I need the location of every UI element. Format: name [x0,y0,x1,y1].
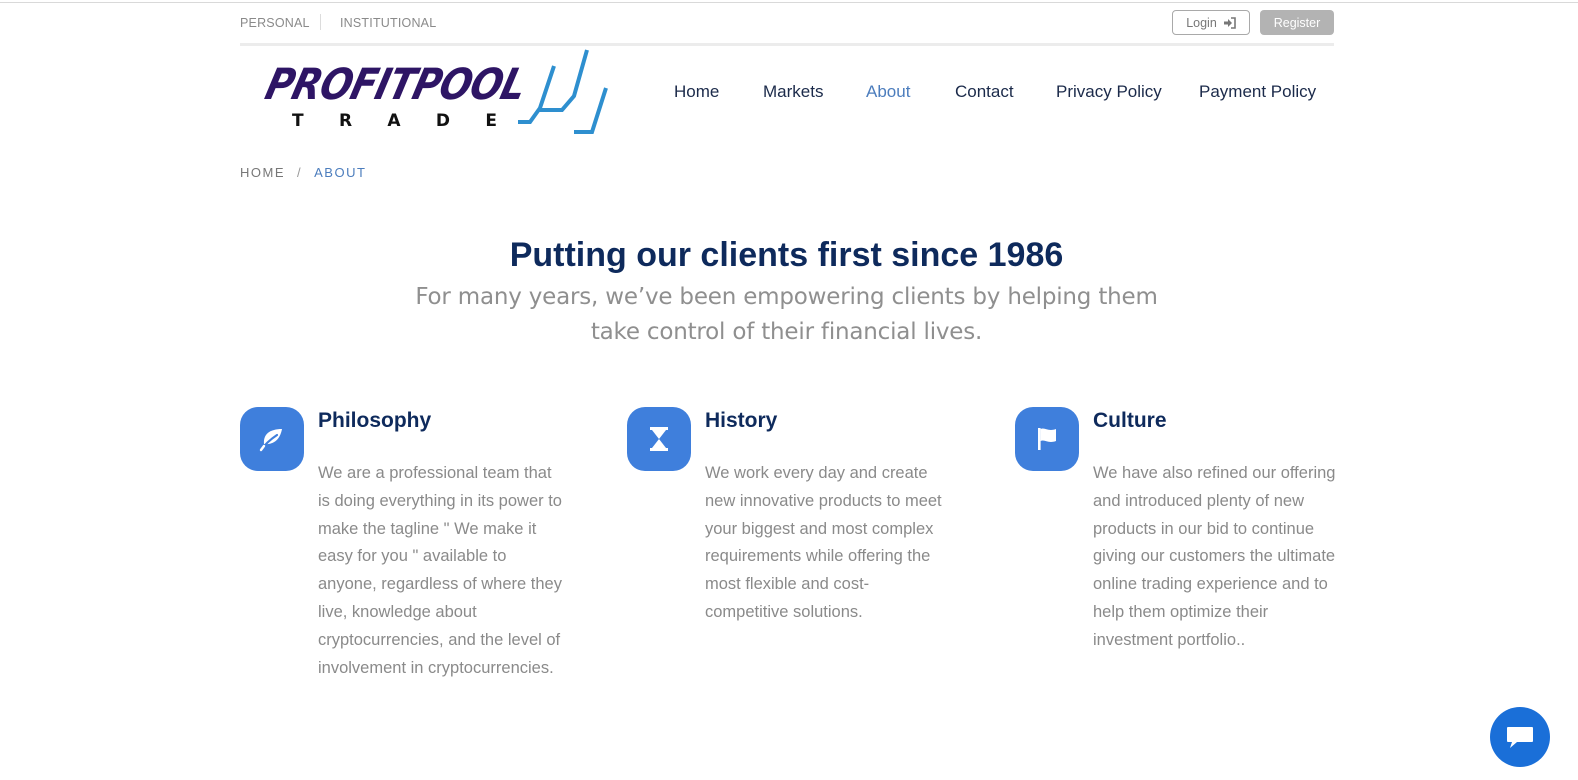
page-title: Putting our clients first since 1986 [509,236,1064,274]
feature-title: Philosophy [318,409,432,432]
chat-button[interactable] [1490,707,1550,767]
feature-title: Culture [1093,409,1167,432]
breadcrumb: HOME / ABOUT [240,165,366,180]
nav-about[interactable]: About [866,82,910,102]
breadcrumb-separator: / [297,165,303,180]
leaf-icon [240,407,304,471]
top-border [0,2,1578,3]
header-divider [240,43,1334,46]
breadcrumb-home[interactable]: HOME [240,165,285,180]
register-label: Register [1273,15,1321,30]
institutional-link[interactable]: INSTITUTIONAL [340,16,436,30]
sign-in-icon [1223,16,1236,29]
logo-subword: TRADE [292,111,497,131]
top-bar: PERSONAL INSTITUTIONAL Login Register [240,10,1334,36]
logo-mark: PROFITPOOL TRADE [261,49,608,134]
login-label: Login [1186,15,1217,30]
logo-wordmark: PROFITPOOL [262,60,531,110]
feature-text: We work every day and create new innovat… [705,464,942,621]
flag-icon [1015,407,1079,471]
nav-contact[interactable]: Contact [955,82,1014,102]
feature-text: We have also refined our offering and in… [1093,464,1336,649]
nav-home[interactable]: Home [674,82,719,102]
segment-divider [320,14,321,30]
nav-privacy-policy[interactable]: Privacy Policy [1056,82,1162,102]
hourglass-icon [627,407,691,471]
page-subtitle: For many years, we’ve been empowering cl… [415,284,1158,345]
nav-payment-policy[interactable]: Payment Policy [1199,82,1316,102]
breadcrumb-current: ABOUT [314,165,367,180]
register-button[interactable]: Register [1260,10,1334,35]
chat-icon [1507,727,1533,748]
site-logo[interactable]: PROFITPOOL TRADE [261,48,612,140]
personal-link[interactable]: PERSONAL [240,16,310,30]
nav-markets[interactable]: Markets [763,82,823,102]
login-button[interactable]: Login [1172,10,1250,35]
feature-title: History [705,409,778,432]
feature-text: We are a professional team that is doing… [318,464,562,677]
